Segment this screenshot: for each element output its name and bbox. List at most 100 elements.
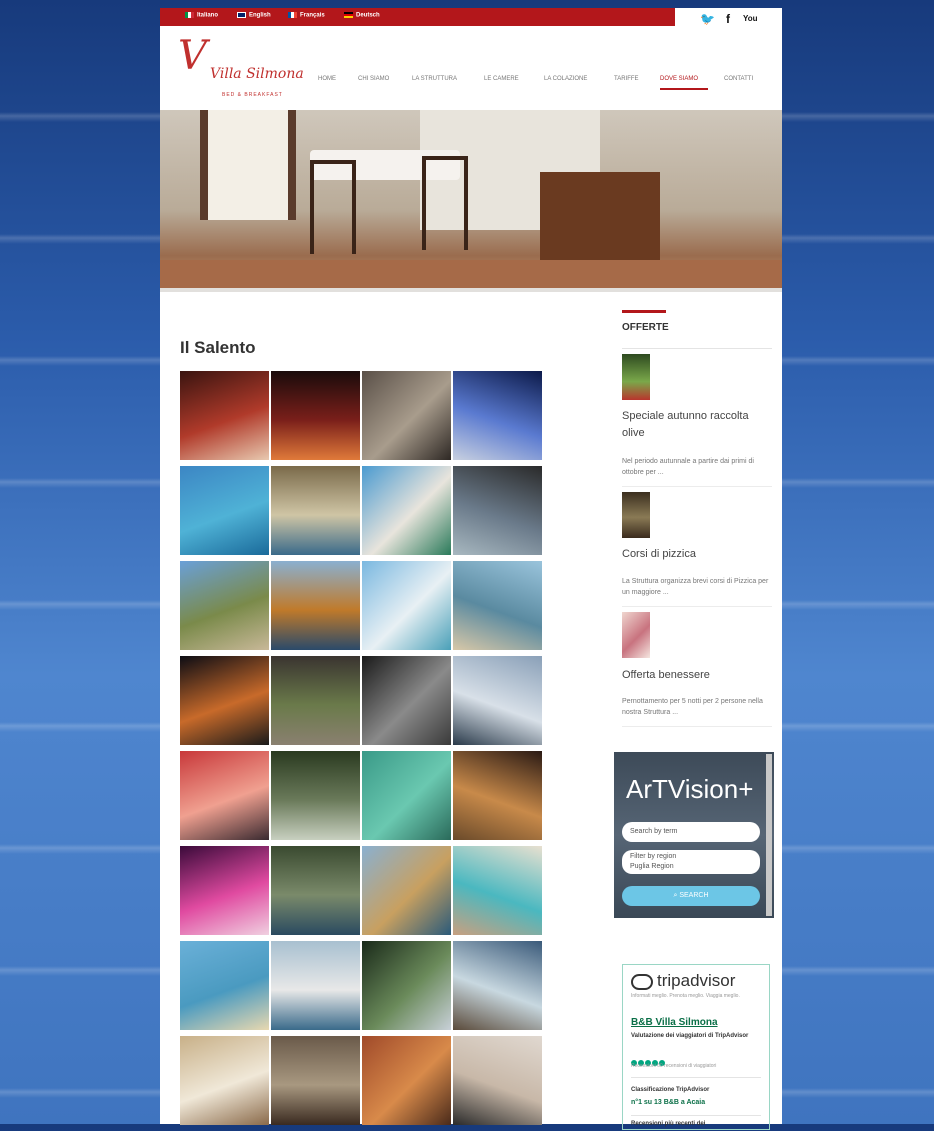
nav-chi-siamo[interactable]: CHI SIAMO	[358, 76, 389, 82]
offer-thumbnail[interactable]	[622, 354, 650, 400]
artvision-search-input[interactable]: Search by term	[622, 822, 760, 842]
widget-scrollbar[interactable]	[766, 754, 772, 916]
gallery-photo[interactable]	[362, 561, 451, 650]
gallery-photo[interactable]	[453, 466, 542, 555]
twitter-icon[interactable]: 🐦	[700, 12, 715, 26]
language-bar: Italiano English Français Deutsch	[160, 8, 675, 26]
hero-chair	[422, 156, 468, 250]
region-select-value: Puglia Region	[630, 863, 674, 870]
logo-tagline: BED & BREAKFAST	[222, 92, 283, 98]
gallery-photo[interactable]	[180, 941, 269, 1030]
logo-initial: V	[178, 33, 207, 79]
uk-flag-icon	[237, 12, 246, 18]
gallery-photo[interactable]	[180, 466, 269, 555]
language-italian[interactable]: Italiano	[185, 12, 218, 19]
gallery-photo[interactable]	[453, 371, 542, 460]
gallery-photo[interactable]	[271, 1036, 360, 1125]
artvision-region-select[interactable]: Filter by region Puglia Region	[622, 850, 760, 874]
widget-divider	[631, 1077, 761, 1078]
gallery-photo[interactable]	[271, 941, 360, 1030]
rating-label: Valutazione dei viaggiatori di TripAdvis…	[631, 1033, 749, 1039]
offer-title[interactable]: Corsi di pizzica	[622, 546, 772, 563]
artvision-search-button[interactable]: ⌕ SEARCH	[622, 886, 760, 906]
tripadvisor-owl-icon	[631, 973, 653, 990]
recent-reviews-label: Recensioni più recenti dei	[631, 1121, 706, 1127]
nav-home[interactable]: HOME	[318, 76, 336, 82]
gallery-photo[interactable]	[180, 561, 269, 650]
nav-le-camere[interactable]: LE CAMERE	[484, 76, 519, 82]
page-container: Italiano English Français Deutsch 🐦 f Yo…	[160, 8, 782, 1130]
nav-active-indicator	[660, 88, 708, 90]
gallery-photo[interactable]	[453, 941, 542, 1030]
gallery-photo[interactable]	[453, 561, 542, 650]
gallery-photo[interactable]	[362, 1036, 451, 1125]
gallery-photo[interactable]	[362, 751, 451, 840]
gallery-photo[interactable]	[180, 846, 269, 935]
germany-flag-icon	[344, 12, 353, 18]
hero-bottom-edge	[160, 288, 782, 292]
gallery-photo[interactable]	[271, 371, 360, 460]
tripadvisor-logo[interactable]: tripadvisor	[631, 971, 735, 991]
offer-title[interactable]: Speciale autunno raccolta olive	[622, 408, 772, 442]
gallery-photo[interactable]	[362, 466, 451, 555]
gallery-photo[interactable]	[453, 1036, 542, 1125]
nav-contatti[interactable]: CONTATTI	[724, 76, 753, 82]
ranking-label: Classificazione TripAdvisor	[631, 1087, 710, 1093]
offer-title[interactable]: Offerta benessere	[622, 667, 772, 684]
gallery-photo[interactable]	[271, 751, 360, 840]
gallery-photo[interactable]	[362, 941, 451, 1030]
gallery-photo[interactable]	[453, 751, 542, 840]
page-title: Il Salento	[180, 338, 256, 357]
gallery-photo[interactable]	[180, 751, 269, 840]
offer-thumbnail[interactable]	[622, 612, 650, 658]
tripadvisor-widget: tripadvisor Informati meglio. Prenota me…	[622, 964, 770, 1130]
artvision-widget: ArTVision+ Search by term Filter by regi…	[614, 752, 774, 918]
offer-excerpt: Pernottamento per 5 notti per 2 persone …	[622, 698, 763, 716]
region-select-label: Filter by region	[630, 853, 677, 860]
offer-divider	[622, 726, 772, 727]
gallery-photo[interactable]	[362, 656, 451, 745]
sidebar-heading-accent	[622, 310, 666, 313]
gallery-photo[interactable]	[271, 561, 360, 650]
offer-divider	[622, 486, 772, 487]
sidebar-heading: OFFERTE	[622, 322, 669, 333]
gallery-photo[interactable]	[271, 846, 360, 935]
gallery-photo[interactable]	[453, 656, 542, 745]
site-logo[interactable]: V Villa Silmona BED & BREAKFAST	[178, 33, 304, 106]
sidebar-divider	[622, 348, 772, 349]
language-english[interactable]: English	[237, 12, 271, 19]
language-french[interactable]: Français	[288, 12, 325, 19]
rating-count[interactable]: Recensioni 60 recensioni di viaggiatori	[631, 1063, 716, 1069]
offer-excerpt: Nel periodo autunnale a partire dai prim…	[622, 458, 754, 476]
gallery-photo[interactable]	[180, 656, 269, 745]
offer-thumbnail[interactable]	[622, 492, 650, 538]
nav-tariffe[interactable]: TARIFFE	[614, 76, 639, 82]
gallery-photo[interactable]	[271, 656, 360, 745]
hero-window	[200, 110, 296, 220]
facebook-icon[interactable]: f	[726, 12, 730, 26]
offer-excerpt: La Struttura organizza brevi corsi di Pi…	[622, 578, 769, 596]
photo-gallery	[180, 371, 544, 1131]
nav-la-colazione[interactable]: LA COLAZIONE	[544, 76, 587, 82]
hero-image	[160, 110, 782, 292]
hero-chair	[310, 160, 356, 254]
nav-dove-siamo[interactable]: DOVE SIAMO	[660, 76, 698, 82]
nav-la-struttura[interactable]: LA STRUTTURA	[412, 76, 457, 82]
youtube-icon[interactable]: You	[743, 14, 758, 23]
offer-divider	[622, 606, 772, 607]
gallery-photo[interactable]	[453, 846, 542, 935]
artvision-title: ArTVision+	[626, 774, 754, 804]
gallery-photo[interactable]	[271, 466, 360, 555]
gallery-photo[interactable]	[180, 371, 269, 460]
language-german[interactable]: Deutsch	[344, 12, 380, 19]
ranking-value[interactable]: n°1 su 13 B&B a Acaia	[631, 1099, 705, 1106]
france-flag-icon	[288, 12, 297, 18]
widget-divider	[631, 1115, 761, 1116]
logo-name: Villa Silmona	[210, 66, 304, 82]
italy-flag-icon	[185, 12, 194, 18]
gallery-photo[interactable]	[362, 371, 451, 460]
property-link[interactable]: B&B Villa Silmona	[631, 1017, 718, 1028]
gallery-photo[interactable]	[362, 846, 451, 935]
tripadvisor-tagline: Informati meglio. Prenota meglio. Viaggi…	[631, 993, 740, 999]
gallery-photo[interactable]	[180, 1036, 269, 1125]
